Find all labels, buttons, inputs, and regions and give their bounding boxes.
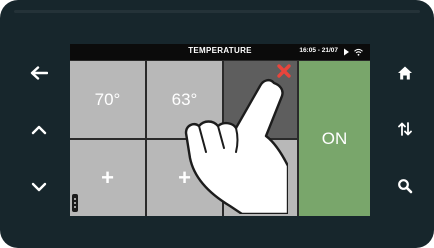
search-button[interactable] [390, 171, 420, 201]
back-button[interactable] [24, 58, 54, 88]
status-datetime: 16:05 - 21/07 [299, 47, 338, 54]
sort-arrows-icon [398, 122, 412, 136]
sort-button[interactable] [390, 114, 420, 144]
home-icon [398, 66, 412, 80]
preset-tile-1[interactable]: 70° [70, 61, 145, 138]
add-preset-button-1[interactable]: + [70, 140, 145, 216]
scroll-down-button[interactable] [24, 172, 54, 202]
search-icon [398, 179, 413, 194]
home-button[interactable] [390, 58, 420, 88]
status-bar: TEMPERATURE 16:05 - 21/07 [70, 44, 370, 60]
scroll-up-button[interactable] [24, 115, 54, 145]
play-icon [344, 48, 349, 56]
device-bezel: TEMPERATURE 16:05 - 21/07 70° 63° + + + … [0, 0, 434, 248]
wifi-icon [354, 48, 363, 56]
status-icons [344, 48, 363, 56]
drag-handle[interactable] [72, 194, 78, 212]
chevron-down-icon [31, 182, 47, 192]
arrow-left-icon [30, 66, 48, 80]
pointing-hand-icon [184, 78, 288, 214]
chevron-up-icon [31, 125, 47, 135]
power-on-button[interactable]: ON [299, 61, 370, 216]
